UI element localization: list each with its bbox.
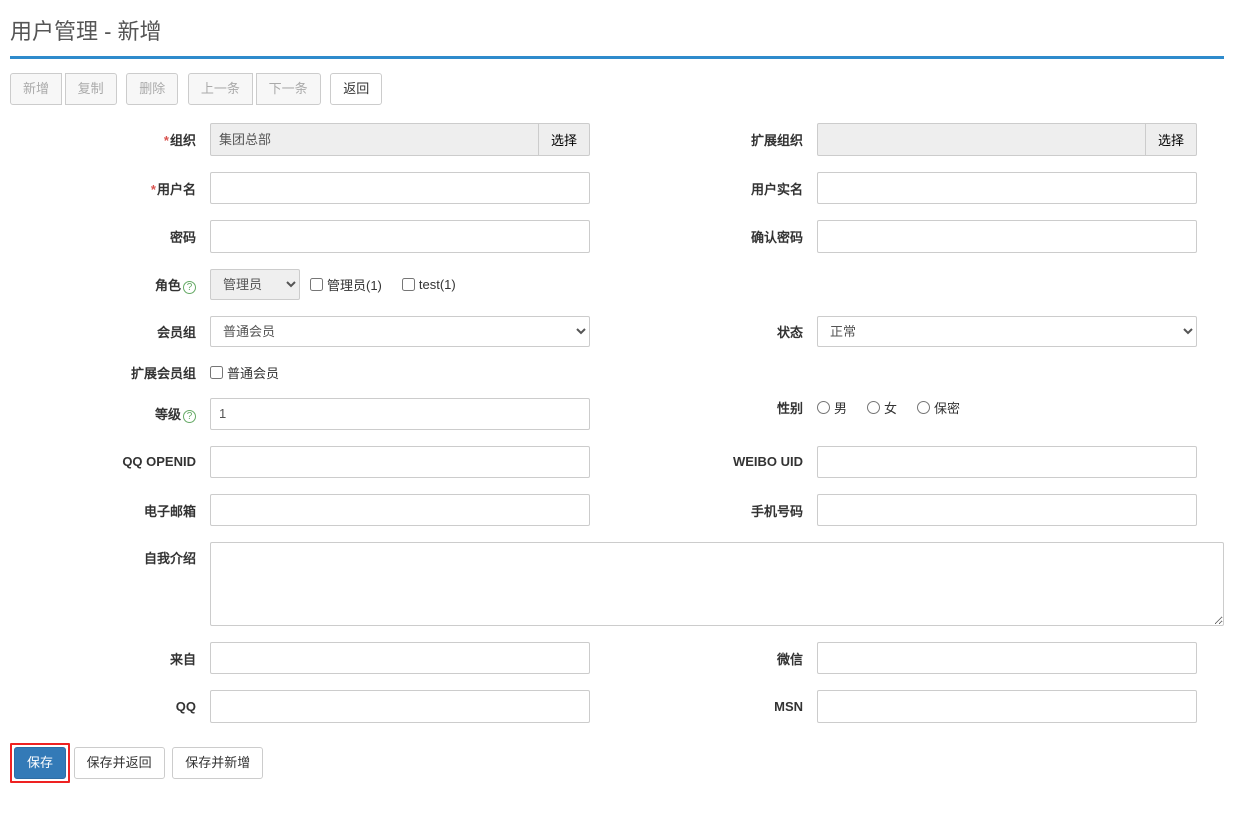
username-label: *用户名 — [10, 179, 210, 198]
password-input[interactable] — [210, 220, 590, 252]
org-label: *组织 — [10, 130, 210, 149]
confirm-password-input[interactable] — [817, 220, 1197, 252]
email-input[interactable] — [210, 494, 590, 526]
status-label: 状态 — [617, 322, 817, 341]
qq-openid-label: QQ OPENID — [10, 454, 210, 469]
role-checkbox-admin[interactable]: 管理员(1) — [310, 275, 382, 294]
prev-button[interactable]: 上一条 — [188, 73, 253, 105]
ext-org-input[interactable] — [817, 123, 1146, 156]
msn-input[interactable] — [817, 690, 1197, 722]
copy-button[interactable]: 复制 — [65, 73, 117, 105]
realname-input[interactable] — [817, 172, 1197, 204]
footer-actions: 保存 保存并返回 保存并新增 — [10, 743, 1224, 783]
weibo-uid-label: WEIBO UID — [617, 454, 817, 469]
group-select[interactable]: 普通会员 — [210, 316, 590, 347]
gender-radio-male[interactable]: 男 — [817, 398, 847, 417]
email-label: 电子邮箱 — [10, 501, 210, 520]
ext-group-label: 扩展会员组 — [10, 363, 210, 382]
mobile-input[interactable] — [817, 494, 1197, 526]
wechat-label: 微信 — [617, 649, 817, 668]
gender-radio-female[interactable]: 女 — [867, 398, 897, 417]
from-input[interactable] — [210, 642, 590, 674]
user-form: *组织 选择 扩展组织 选择 *用户名 用户实名 — [10, 123, 1224, 722]
qq-openid-input[interactable] — [210, 446, 590, 478]
gender-label: 性别 — [617, 398, 817, 417]
new-button[interactable]: 新增 — [10, 73, 62, 105]
realname-label: 用户实名 — [617, 179, 817, 198]
ext-group-checkbox[interactable]: 普通会员 — [210, 363, 279, 382]
status-select[interactable]: 正常 — [817, 316, 1197, 347]
save-highlight-box: 保存 — [10, 743, 70, 783]
qq-input[interactable] — [210, 690, 590, 722]
msn-label: MSN — [617, 699, 817, 714]
org-input[interactable] — [210, 123, 539, 156]
save-button[interactable]: 保存 — [14, 747, 66, 779]
ext-org-label: 扩展组织 — [617, 130, 817, 149]
bio-textarea[interactable] — [210, 542, 1224, 626]
bio-label: 自我介绍 — [10, 542, 210, 567]
help-icon[interactable]: ? — [183, 410, 196, 423]
next-button[interactable]: 下一条 — [256, 73, 321, 105]
level-input[interactable] — [210, 398, 590, 430]
help-icon[interactable]: ? — [183, 281, 196, 294]
role-label: 角色? — [10, 275, 210, 294]
mobile-label: 手机号码 — [617, 501, 817, 520]
level-label: 等级? — [10, 404, 210, 423]
username-input[interactable] — [210, 172, 590, 204]
group-label: 会员组 — [10, 322, 210, 341]
save-back-button[interactable]: 保存并返回 — [74, 747, 165, 779]
password-label: 密码 — [10, 227, 210, 246]
qq-label: QQ — [10, 699, 210, 714]
back-button[interactable]: 返回 — [330, 73, 382, 105]
ext-org-select-button[interactable]: 选择 — [1146, 123, 1197, 156]
weibo-uid-input[interactable] — [817, 446, 1197, 478]
toolbar: 新增 复制 删除 上一条 下一条 返回 — [10, 73, 1224, 105]
confirm-password-label: 确认密码 — [617, 227, 817, 246]
delete-button[interactable]: 删除 — [126, 73, 178, 105]
save-new-button[interactable]: 保存并新增 — [172, 747, 263, 779]
gender-radio-secret[interactable]: 保密 — [917, 398, 960, 417]
role-checkbox-test[interactable]: test(1) — [402, 277, 456, 292]
from-label: 来自 — [10, 649, 210, 668]
page-title: 用户管理 - 新增 — [10, 8, 1224, 59]
wechat-input[interactable] — [817, 642, 1197, 674]
org-select-button[interactable]: 选择 — [539, 123, 590, 156]
role-select[interactable]: 管理员 — [210, 269, 300, 300]
